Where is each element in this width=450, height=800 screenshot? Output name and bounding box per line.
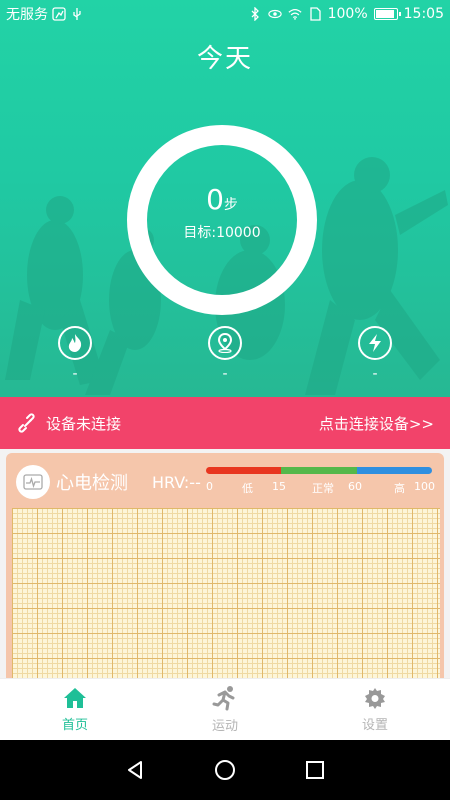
- ecg-section: 心电检测 HRV:-- 0 低 15 正常 60 高 100: [0, 449, 450, 680]
- energy-value: -: [372, 366, 378, 382]
- gear-icon: [365, 688, 385, 709]
- bottom-tab-bar: 首页 运动 设置: [0, 678, 450, 740]
- bluetooth-icon: [251, 7, 259, 21]
- flame-icon: [58, 326, 92, 360]
- hrv-scale-bar: [206, 467, 432, 474]
- wifi-icon: [288, 9, 302, 20]
- battery-percent: 100%: [327, 6, 368, 22]
- tab-home[interactable]: 首页: [0, 679, 150, 740]
- usb-icon: [73, 8, 81, 20]
- hrv-tick: 100: [414, 480, 435, 493]
- sim-icon: [309, 7, 321, 21]
- run-icon: [52, 7, 66, 21]
- hrv-scale-labels: 0 低 15 正常 60 高 100: [204, 480, 436, 496]
- step-count: 0步: [127, 183, 317, 216]
- device-connection-bar[interactable]: 设备未连接 点击连接设备>>: [0, 397, 450, 449]
- hrv-tick: 低: [242, 482, 253, 495]
- tab-sport-label: 运动: [211, 719, 238, 734]
- hrv-low-segment: [206, 467, 282, 474]
- ecg-monitor-icon: [16, 465, 50, 499]
- tab-settings[interactable]: 设置: [300, 679, 450, 740]
- calories-stat: -: [58, 326, 92, 382]
- hrv-tick: 高: [394, 482, 405, 495]
- back-icon[interactable]: [124, 759, 146, 781]
- hrv-tick: 60: [348, 480, 362, 493]
- today-panel: 无服务 100% 15:05 今天 0步 目标:10000 - - -: [0, 0, 450, 397]
- distance-stat: -: [208, 326, 242, 382]
- lightning-icon: [358, 326, 392, 360]
- carrier-label: 无服务: [6, 7, 48, 23]
- clock-time: 15:05: [403, 6, 444, 22]
- hrv-tick: 0: [206, 480, 213, 493]
- home-circle-icon[interactable]: [213, 758, 237, 782]
- link-icon: [18, 413, 35, 433]
- step-count-unit: 步: [223, 197, 238, 213]
- status-bar: 无服务 100% 15:05: [0, 0, 450, 28]
- connect-device-link[interactable]: 点击连接设备>>: [319, 413, 434, 434]
- eye-icon: [267, 9, 282, 19]
- hrv-normal-segment: [281, 467, 357, 474]
- home-icon: [64, 688, 86, 708]
- system-navigation-bar: [0, 740, 450, 800]
- ecg-card[interactable]: 心电检测 HRV:-- 0 低 15 正常 60 高 100: [6, 453, 444, 680]
- step-progress-ring[interactable]: [127, 125, 317, 315]
- connection-status-label: 设备未连接: [46, 414, 122, 433]
- page-title: 今天: [196, 44, 253, 74]
- recents-square-icon[interactable]: [304, 759, 326, 781]
- tab-home-label: 首页: [61, 718, 88, 733]
- tab-settings-label: 设置: [361, 718, 388, 733]
- hrv-tick: 正常: [312, 482, 334, 495]
- step-count-value: 0: [206, 183, 224, 216]
- hrv-tick: 15: [272, 480, 286, 493]
- ecg-grid: [12, 508, 440, 680]
- distance-value: -: [222, 366, 228, 382]
- hrv-value: HRV:--: [152, 473, 201, 492]
- location-icon: [208, 326, 242, 360]
- hrv-high-segment: [356, 467, 432, 474]
- tab-sport[interactable]: 运动: [150, 679, 300, 740]
- energy-stat: -: [358, 326, 392, 382]
- ecg-title: 心电检测: [56, 473, 128, 494]
- battery-icon: [373, 8, 401, 20]
- step-target: 目标:10000: [183, 225, 261, 241]
- calories-value: -: [72, 366, 78, 382]
- running-icon: [212, 686, 235, 711]
